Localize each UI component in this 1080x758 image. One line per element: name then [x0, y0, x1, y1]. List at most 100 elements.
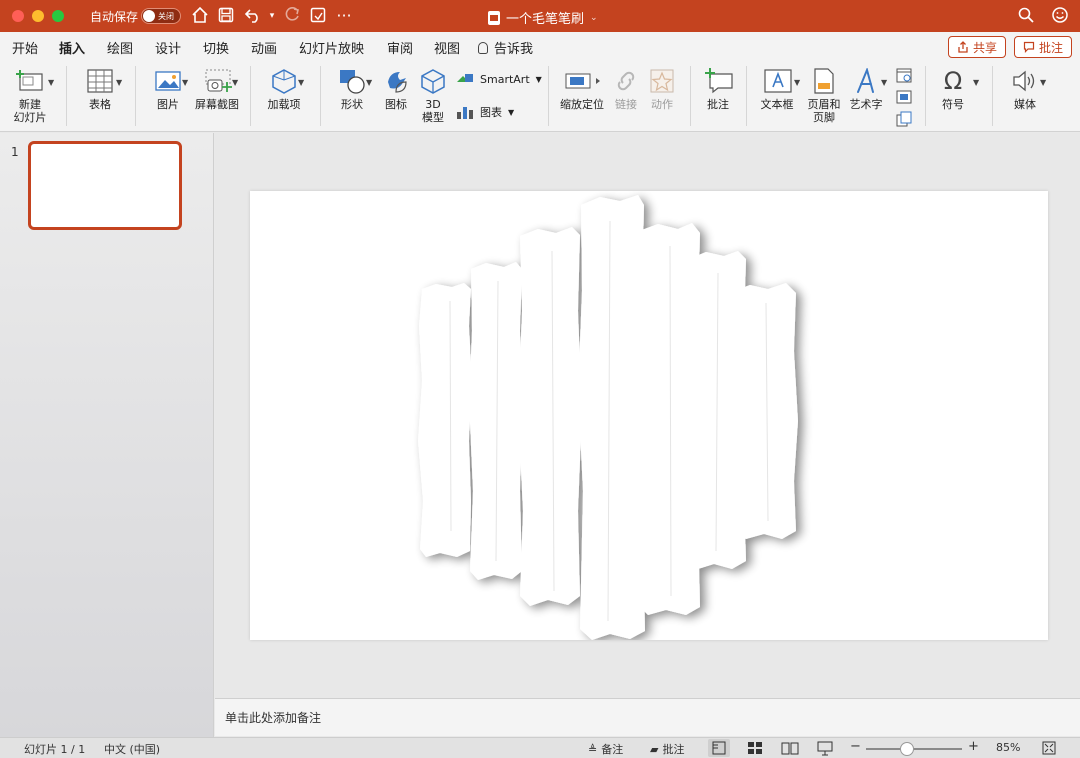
ribbon-separator [992, 66, 993, 126]
slideshow-view-button[interactable] [814, 739, 836, 757]
action-star-icon [648, 68, 676, 94]
brush-stroke[interactable] [732, 283, 798, 539]
table-dropdown-icon[interactable]: ▼ [116, 78, 122, 87]
save-icon[interactable] [216, 6, 236, 26]
tab-animations[interactable]: 动画 [251, 38, 277, 57]
chevron-down-icon[interactable]: ⌄ [590, 13, 598, 23]
chart-button[interactable]: 图表 ▼ [456, 104, 514, 120]
table-button[interactable]: 表格 [80, 68, 120, 111]
notes-placeholder[interactable]: 单击此处添加备注 [225, 709, 321, 726]
insert-comment-button[interactable]: 批注 [700, 68, 736, 111]
comments-label: 批注 [1039, 40, 1064, 55]
document-title: 一个毛笔笔刷 ⌄ [488, 8, 598, 27]
notes-toggle-button[interactable]: ≜ 备注 [588, 741, 623, 757]
action-button[interactable]: 动作 [646, 68, 678, 111]
object-icon[interactable] [895, 110, 913, 128]
zoom-button[interactable]: 缩放定位 [558, 68, 606, 111]
shapes-icon [338, 68, 366, 94]
brush-stroke[interactable] [578, 195, 646, 640]
zoom-slider-track[interactable] [866, 748, 962, 750]
wordart-button[interactable]: 艺术字 [848, 66, 884, 111]
new-slide-button[interactable]: 新建 幻灯片 [10, 68, 50, 124]
screenshot-dropdown-icon[interactable]: ▼ [232, 78, 238, 87]
media-button[interactable]: 媒体 [1005, 68, 1045, 111]
language-indicator[interactable]: 中文 (中国) [104, 741, 160, 757]
window-close-button[interactable] [12, 10, 24, 22]
picture-button[interactable]: 图片 [148, 68, 188, 111]
date-time-icon[interactable] [895, 66, 913, 84]
shapes-label: 形状 [341, 98, 363, 111]
brush-strokes-graphic[interactable] [250, 191, 1048, 640]
comments-toggle-label: 批注 [662, 743, 685, 756]
window-maximize-button[interactable] [52, 10, 64, 22]
comments-button[interactable]: 批注 [1014, 36, 1073, 58]
more-icon[interactable]: ··· [334, 6, 354, 26]
slide-sorter-view-button[interactable] [744, 739, 766, 757]
fit-to-window-button[interactable] [1042, 741, 1056, 758]
cube-icon [419, 68, 447, 94]
zoom-label: 缩放定位 [560, 98, 604, 111]
redo-icon[interactable] [282, 6, 302, 26]
addins-dropdown-icon[interactable]: ▼ [298, 78, 304, 87]
zoom-level[interactable]: 85% [996, 741, 1020, 754]
icons-label: 图标 [385, 98, 407, 111]
undo-icon[interactable] [243, 6, 263, 26]
tab-review[interactable]: 审阅 [387, 38, 413, 57]
media-dropdown-icon[interactable]: ▼ [1040, 78, 1046, 87]
tab-transitions[interactable]: 切换 [203, 38, 229, 57]
symbol-button[interactable]: Ω 符号 [935, 68, 971, 111]
link-label: 链接 [615, 98, 637, 111]
comments-toggle-button[interactable]: ▰ 批注 [650, 741, 684, 757]
addins-icon [270, 68, 298, 94]
reading-view-button[interactable] [779, 739, 801, 757]
slide-canvas[interactable] [250, 191, 1048, 640]
home-icon[interactable] [190, 6, 210, 26]
bar-chart-icon [457, 107, 473, 119]
share-button[interactable]: 共享 [948, 36, 1007, 58]
smartart-button[interactable]: SmartArt ▼ [456, 72, 542, 86]
icons-button[interactable]: 图标 [377, 68, 415, 111]
shapes-dropdown-icon[interactable]: ▼ [366, 78, 372, 87]
ribbon-insert: 新建 幻灯片 ▼ 表格 ▼ 图片 ▼ 屏幕截图 ▼ 加载项 ▼ 形状 ▼ 图标 … [0, 60, 1080, 132]
save-as-icon[interactable] [308, 6, 328, 26]
tab-design[interactable]: 设计 [155, 38, 181, 57]
picture-dropdown-icon[interactable]: ▼ [182, 78, 188, 87]
autosave-toggle[interactable]: 关闭 [141, 8, 181, 24]
addins-button[interactable]: 加载项 [263, 68, 305, 111]
undo-dropdown-icon[interactable]: ▾ [262, 6, 282, 26]
new-comment-icon [704, 68, 733, 94]
symbol-label: 符号 [942, 98, 964, 111]
autosave-state: 关闭 [158, 12, 174, 21]
chart-dropdown-icon[interactable]: ▼ [508, 108, 514, 117]
3d-models-button[interactable]: 3D 模型 [418, 68, 448, 124]
brush-stroke[interactable] [418, 283, 472, 557]
brush-stroke[interactable] [518, 227, 582, 606]
new-slide-dropdown-icon[interactable]: ▼ [48, 78, 54, 87]
zoom-slider-handle[interactable] [900, 742, 914, 756]
slide-number-icon[interactable] [895, 88, 913, 106]
smartart-dropdown-icon[interactable]: ▼ [536, 75, 542, 84]
wordart-dropdown-icon[interactable]: ▼ [881, 78, 887, 87]
shapes-button[interactable]: 形状 [332, 68, 372, 111]
tab-draw[interactable]: 绘图 [107, 38, 133, 57]
tab-home[interactable]: 开始 [12, 38, 38, 57]
slide-thumbnail[interactable] [28, 141, 182, 230]
search-icon[interactable] [1016, 6, 1036, 26]
zoom-out-button[interactable]: − [850, 739, 861, 754]
window-minimize-button[interactable] [32, 10, 44, 22]
normal-view-button[interactable] [708, 739, 730, 757]
tell-me-box[interactable]: 告诉我 [478, 38, 533, 57]
tab-slideshow[interactable]: 幻灯片放映 [299, 38, 364, 57]
picture-icon [154, 68, 182, 94]
textbox-dropdown-icon[interactable]: ▼ [794, 78, 800, 87]
header-footer-button[interactable]: 页眉和 页脚 [806, 68, 842, 124]
link-button[interactable]: 链接 [610, 68, 642, 111]
zoom-in-button[interactable]: + [968, 739, 979, 754]
textbox-button[interactable]: 文本框 [757, 68, 797, 111]
notes-pane[interactable]: 单击此处添加备注 [215, 698, 1080, 736]
smiley-feedback-icon[interactable] [1050, 6, 1070, 26]
screenshot-button[interactable]: 屏幕截图 [194, 68, 240, 111]
tab-view[interactable]: 视图 [434, 38, 460, 57]
symbol-dropdown-icon[interactable]: ▼ [973, 78, 979, 87]
tab-insert[interactable]: 插入 [59, 38, 86, 63]
